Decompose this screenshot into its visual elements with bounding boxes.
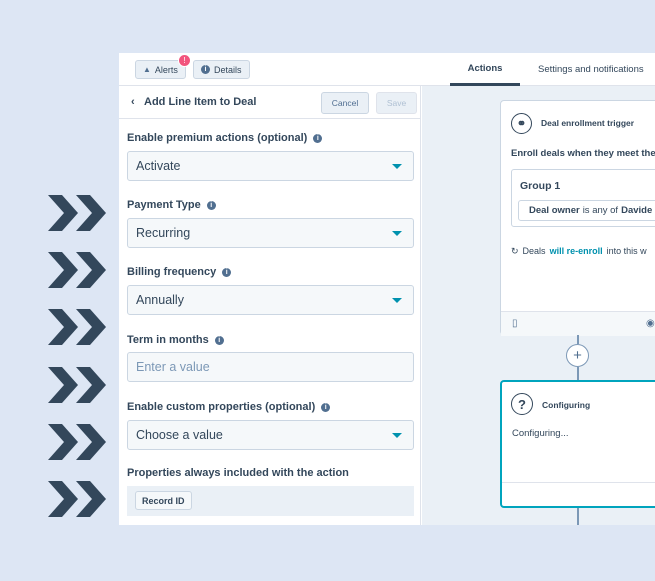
add-action-button[interactable]: +	[566, 344, 589, 367]
properties-list: Record ID	[127, 486, 414, 516]
info-icon: i	[201, 65, 210, 74]
field-label-premium: Enable premium actions (optional) i	[127, 132, 323, 144]
details-button[interactable]: i Details	[193, 60, 250, 79]
tab-actions[interactable]: Actions	[450, 53, 520, 86]
chevron-right-icon	[48, 367, 110, 403]
cancel-button[interactable]: Cancel	[321, 92, 369, 114]
reenroll-pre: Deals	[522, 246, 546, 256]
chevron-right-icon	[48, 424, 110, 460]
field-label-text: Payment Type	[127, 199, 201, 211]
select-value: Activate	[136, 159, 181, 173]
info-icon[interactable]: i	[313, 133, 323, 143]
select-value: Annually	[136, 293, 184, 307]
connector-line	[577, 508, 579, 525]
info-icon[interactable]: i	[222, 267, 232, 277]
reenroll-post: into this w	[606, 246, 647, 256]
info-icon[interactable]: i	[321, 402, 331, 412]
field-label-text: Billing frequency	[127, 266, 217, 278]
card-footer: ▯ ◉	[501, 311, 655, 336]
filter-value: Davide	[621, 205, 653, 216]
payment-type-select[interactable]: Recurring	[127, 218, 414, 248]
warning-icon: ▲	[143, 65, 151, 74]
details-label: Details	[214, 64, 242, 75]
group-title: Group 1	[520, 180, 561, 192]
top-bar: ▲ Alerts ! i Details Actions Settings an…	[119, 53, 655, 86]
handshake-icon: ⚭	[511, 113, 532, 134]
field-label-payment-type: Payment Type i	[127, 199, 216, 211]
back-arrow-icon[interactable]: ‹	[131, 96, 135, 108]
trigger-title: Deal enrollment trigger	[541, 118, 635, 128]
filter-row[interactable]: Deal owner is any of Davide	[518, 200, 655, 221]
panel-header: ‹ Add Line Item to Deal Cancel Save	[119, 86, 421, 119]
info-icon[interactable]: i	[206, 200, 216, 210]
chevron-right-icon	[48, 252, 110, 288]
filter-group: Group 1 Deal owner is any of Davide	[511, 169, 655, 227]
select-value: Choose a value	[136, 428, 223, 442]
alerts-label: Alerts	[154, 64, 178, 75]
card-divider	[502, 482, 655, 483]
filter-operator: is any of	[582, 205, 619, 216]
clipboard-icon[interactable]: ▯	[512, 318, 518, 329]
premium-actions-select[interactable]: Activate	[127, 151, 414, 181]
billing-frequency-select[interactable]: Annually	[127, 285, 414, 315]
caret-down-icon	[392, 433, 402, 438]
workflow-canvas[interactable]: ⚭ Deal enrollment trigger Enroll deals w…	[422, 86, 655, 525]
chevron-right-icon	[48, 195, 110, 231]
field-label-term: Term in months i	[127, 334, 224, 346]
connector-line	[577, 335, 579, 344]
eye-icon[interactable]: ◉	[646, 318, 655, 329]
custom-properties-select[interactable]: Choose a value	[127, 420, 414, 450]
term-months-input[interactable]: Enter a value	[127, 352, 414, 382]
alerts-badge: !	[178, 54, 191, 67]
filter-property: Deal owner	[529, 205, 580, 216]
reenroll-note: ↻ Deals will re-enroll into this w	[511, 246, 647, 257]
field-label-text: Enable custom properties (optional)	[127, 401, 316, 413]
input-placeholder: Enter a value	[136, 360, 210, 374]
enroll-text: Enroll deals when they meet the	[511, 148, 655, 159]
save-button[interactable]: Save	[376, 92, 417, 114]
plus-icon: +	[573, 347, 582, 364]
field-label-custom-props: Enable custom properties (optional) i	[127, 401, 331, 413]
trigger-card[interactable]: ⚭ Deal enrollment trigger Enroll deals w…	[500, 100, 655, 336]
select-value: Recurring	[136, 226, 191, 240]
configuring-card[interactable]: ? Configuring Configuring...	[500, 380, 655, 508]
chevron-right-icon	[48, 481, 110, 517]
field-label-billing: Billing frequency i	[127, 266, 232, 278]
caret-down-icon	[392, 231, 402, 236]
reenroll-link[interactable]: will re-enroll	[550, 246, 603, 257]
property-tag: Record ID	[135, 491, 192, 510]
info-icon[interactable]: i	[214, 335, 224, 345]
question-icon: ?	[511, 393, 533, 415]
configuring-body: Configuring...	[512, 428, 569, 439]
configuring-title: Configuring	[542, 400, 591, 410]
field-label-text: Term in months	[127, 334, 209, 346]
caret-down-icon	[392, 298, 402, 303]
properties-included-label: Properties always included with the acti…	[127, 467, 349, 479]
tab-settings[interactable]: Settings and notifications	[538, 53, 644, 86]
refresh-icon: ↻	[511, 246, 519, 256]
connector-line	[577, 367, 579, 380]
action-panel: ‹ Add Line Item to Deal Cancel Save Enab…	[119, 86, 421, 525]
field-label-text: Properties always included with the acti…	[127, 467, 349, 479]
workflow-editor: ▲ Alerts ! i Details Actions Settings an…	[119, 53, 655, 525]
panel-title: Add Line Item to Deal	[144, 96, 257, 108]
caret-down-icon	[392, 164, 402, 169]
chevron-right-icon	[48, 309, 110, 345]
field-label-text: Enable premium actions (optional)	[127, 132, 308, 144]
